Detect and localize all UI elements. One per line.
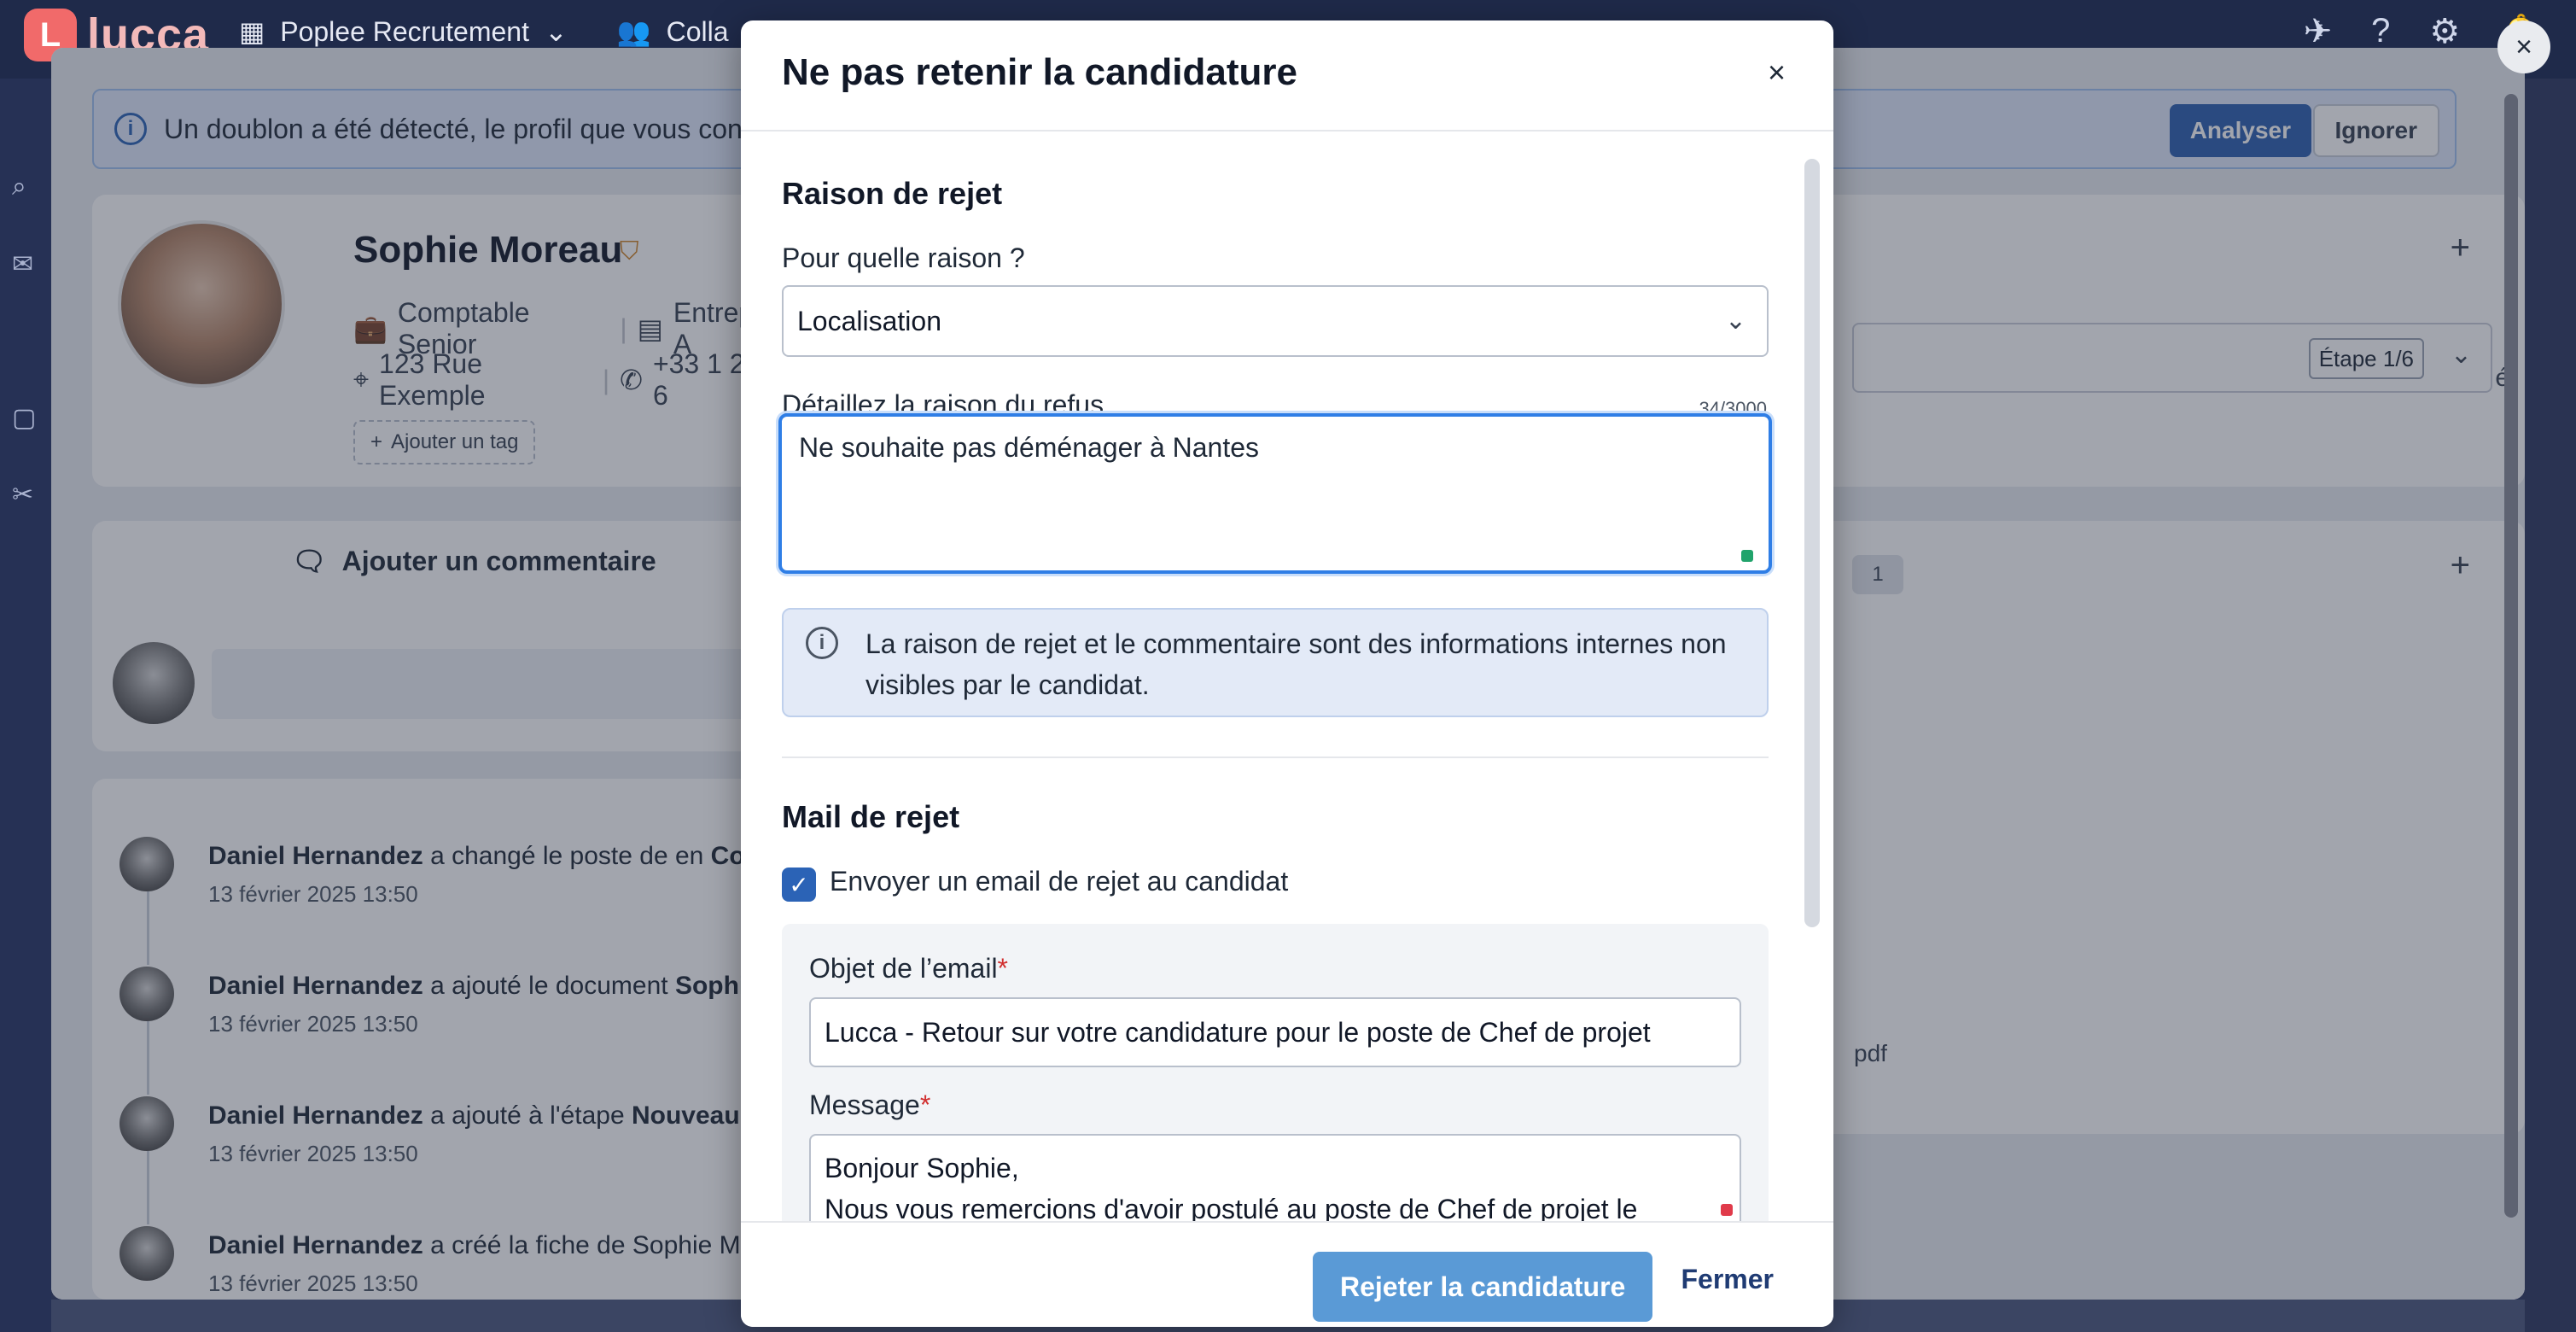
subject-label: Objet de l’email* bbox=[809, 953, 1008, 984]
grammar-indicator bbox=[1721, 1204, 1733, 1216]
required-mark: * bbox=[919, 1090, 931, 1120]
candidates-nav-icon[interactable]: ✉ bbox=[12, 249, 51, 289]
message-textarea[interactable]: Bonjour Sophie, Nous vous remercions d'a… bbox=[809, 1134, 1741, 1223]
chevron-down-icon: ⌄ bbox=[544, 16, 568, 47]
notice-text: La raison de rejet et le commentaire son… bbox=[865, 628, 1727, 700]
grammar-indicator bbox=[1741, 550, 1753, 562]
message-line: Bonjour Sophie, bbox=[825, 1153, 1019, 1183]
reason-question: Pour quelle raison ? bbox=[782, 242, 1025, 273]
dialog-title: Ne pas retenir la candidature bbox=[782, 51, 1297, 93]
reason-section-title: Raison de rejet bbox=[782, 176, 1003, 211]
people-icon: 👥 bbox=[616, 16, 651, 47]
send-email-checkbox[interactable]: ✓ bbox=[782, 868, 816, 902]
subject-input[interactable]: Lucca - Retour sur votre candidature pou… bbox=[809, 997, 1741, 1067]
dialog-body: Raison de rejet Pour quelle raison ? Loc… bbox=[741, 133, 1833, 1223]
dialog-header: Ne pas retenir la candidature × bbox=[741, 20, 1833, 131]
email-form: Objet de l’email* Lucca - Retour sur vot… bbox=[782, 924, 1769, 1223]
message-label-text: Message bbox=[809, 1090, 920, 1120]
grid-icon: ▦ bbox=[239, 16, 265, 47]
section-divider bbox=[782, 757, 1769, 758]
detail-textarea[interactable]: Ne souhaite pas déménager à Nantes bbox=[778, 413, 1772, 574]
search-nav-icon[interactable]: ⌕ bbox=[12, 172, 51, 212]
dialog-footer: Rejeter la candidature Fermer bbox=[741, 1221, 1833, 1327]
dialog-scrollbar[interactable] bbox=[1804, 159, 1820, 927]
detail-value: Ne souhaite pas déménager à Nantes bbox=[799, 432, 1260, 463]
documents-nav-icon[interactable]: ▢ bbox=[12, 403, 51, 442]
collaborators-label: Colla bbox=[666, 15, 729, 47]
reason-value: Localisation bbox=[797, 305, 941, 336]
help-icon[interactable]: ? bbox=[2371, 12, 2390, 52]
message-line: Nous vous remercions d'avoir postulé au … bbox=[825, 1194, 1638, 1223]
close-dialog-button[interactable]: Fermer bbox=[1681, 1264, 1775, 1295]
reject-candidature-button[interactable]: Rejeter la candidature bbox=[1313, 1252, 1653, 1322]
module-name: Poplee Recrutement bbox=[280, 15, 529, 47]
message-label: Message* bbox=[809, 1090, 930, 1121]
reason-select[interactable]: Localisation ⌄ bbox=[782, 285, 1769, 357]
required-mark: * bbox=[997, 953, 1008, 984]
settings-icon[interactable]: ⚙ bbox=[2429, 12, 2460, 52]
subject-label-text: Objet de l’email bbox=[809, 953, 998, 984]
close-icon[interactable]: × bbox=[1768, 55, 1786, 91]
rocket-icon[interactable]: ✈ bbox=[2304, 12, 2333, 52]
subject-value: Lucca - Retour sur votre candidature pou… bbox=[825, 1016, 1651, 1048]
internal-info-notice: i La raison de rejet et le commentaire s… bbox=[782, 608, 1769, 717]
info-icon: i bbox=[806, 627, 838, 659]
module-switcher[interactable]: ▦ Poplee Recrutement ⌄ 👥 Colla bbox=[239, 15, 729, 48]
chevron-down-icon: ⌄ bbox=[1724, 307, 1746, 335]
mail-section-title: Mail de rejet bbox=[782, 799, 960, 834]
reject-dialog: Ne pas retenir la candidature × Raison d… bbox=[741, 20, 1833, 1327]
send-email-label[interactable]: Envoyer un email de rejet au candidat bbox=[830, 866, 1288, 897]
tools-nav-icon[interactable]: ✂ bbox=[12, 480, 51, 519]
left-navigation: ⌕ ✉ ▢ ✂ bbox=[0, 79, 51, 1332]
panel-scrollbar[interactable] bbox=[2504, 94, 2518, 1218]
close-icon[interactable]: × bbox=[2497, 20, 2550, 73]
